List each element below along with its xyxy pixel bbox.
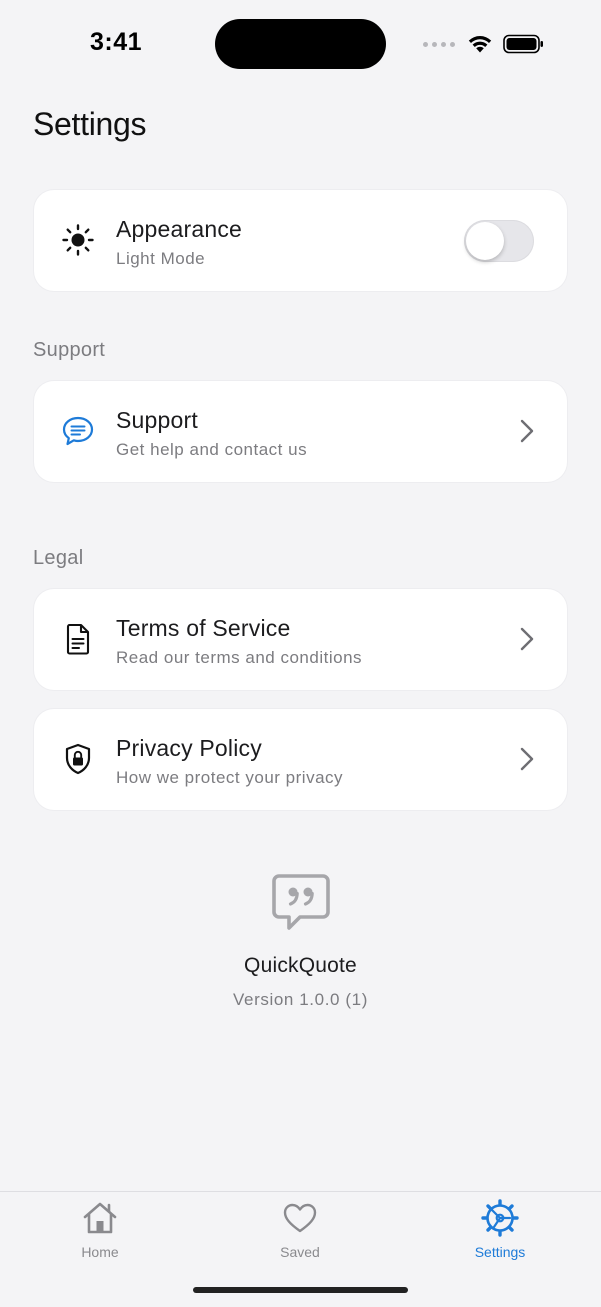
tab-settings[interactable]: Settings (440, 1198, 560, 1260)
sun-icon (60, 222, 96, 258)
support-row[interactable]: Support Get help and contact us (34, 381, 567, 482)
chat-bubble-icon (60, 413, 96, 449)
home-indicator (193, 1287, 408, 1293)
tab-label: Settings (474, 1244, 526, 1260)
tab-saved[interactable]: Saved (240, 1198, 360, 1260)
chevron-right-icon (520, 747, 534, 771)
appearance-title: Appearance (116, 216, 243, 242)
section-label-support: Support (33, 339, 106, 361)
appearance-toggle[interactable] (464, 220, 534, 262)
document-icon (60, 621, 96, 657)
toggle-knob (466, 222, 504, 260)
shield-lock-icon (60, 741, 96, 777)
app-version: Version 1.0.0 (1) (233, 990, 368, 1009)
status-time: 3:41 (90, 28, 143, 56)
support-title: Support (116, 407, 198, 433)
page-title: Settings (33, 106, 147, 142)
quote-bubble-icon (271, 874, 330, 930)
privacy-row[interactable]: Privacy Policy How we protect your priva… (34, 709, 567, 810)
chevron-right-icon (520, 627, 534, 651)
home-icon (83, 1202, 117, 1234)
app-info: QuickQuote Version 1.0.0 (1) (0, 870, 601, 1010)
support-subtitle: Get help and contact us (116, 440, 308, 459)
privacy-title: Privacy Policy (116, 735, 262, 761)
tab-home[interactable]: Home (40, 1198, 160, 1260)
section-label-legal: Legal (33, 547, 84, 569)
app-name: QuickQuote (244, 954, 357, 977)
status-icons (423, 32, 545, 56)
terms-title: Terms of Service (116, 615, 291, 641)
terms-row[interactable]: Terms of Service Read our terms and cond… (34, 589, 567, 690)
chevron-right-icon (520, 419, 534, 443)
wifi-icon (468, 36, 492, 53)
status-bar: 3:41 (0, 0, 601, 90)
appearance-subtitle: Light Mode (116, 249, 206, 268)
signal-icon (423, 41, 455, 47)
tab-label: Home (81, 1244, 119, 1260)
dynamic-island (215, 19, 386, 69)
battery-icon (503, 34, 543, 54)
privacy-subtitle: How we protect your privacy (116, 768, 344, 787)
appearance-row: Appearance Light Mode (34, 190, 567, 291)
settings-gear-icon (481, 1199, 519, 1237)
tab-label: Saved (280, 1244, 320, 1260)
terms-subtitle: Read our terms and conditions (116, 648, 363, 667)
heart-icon (283, 1203, 317, 1233)
